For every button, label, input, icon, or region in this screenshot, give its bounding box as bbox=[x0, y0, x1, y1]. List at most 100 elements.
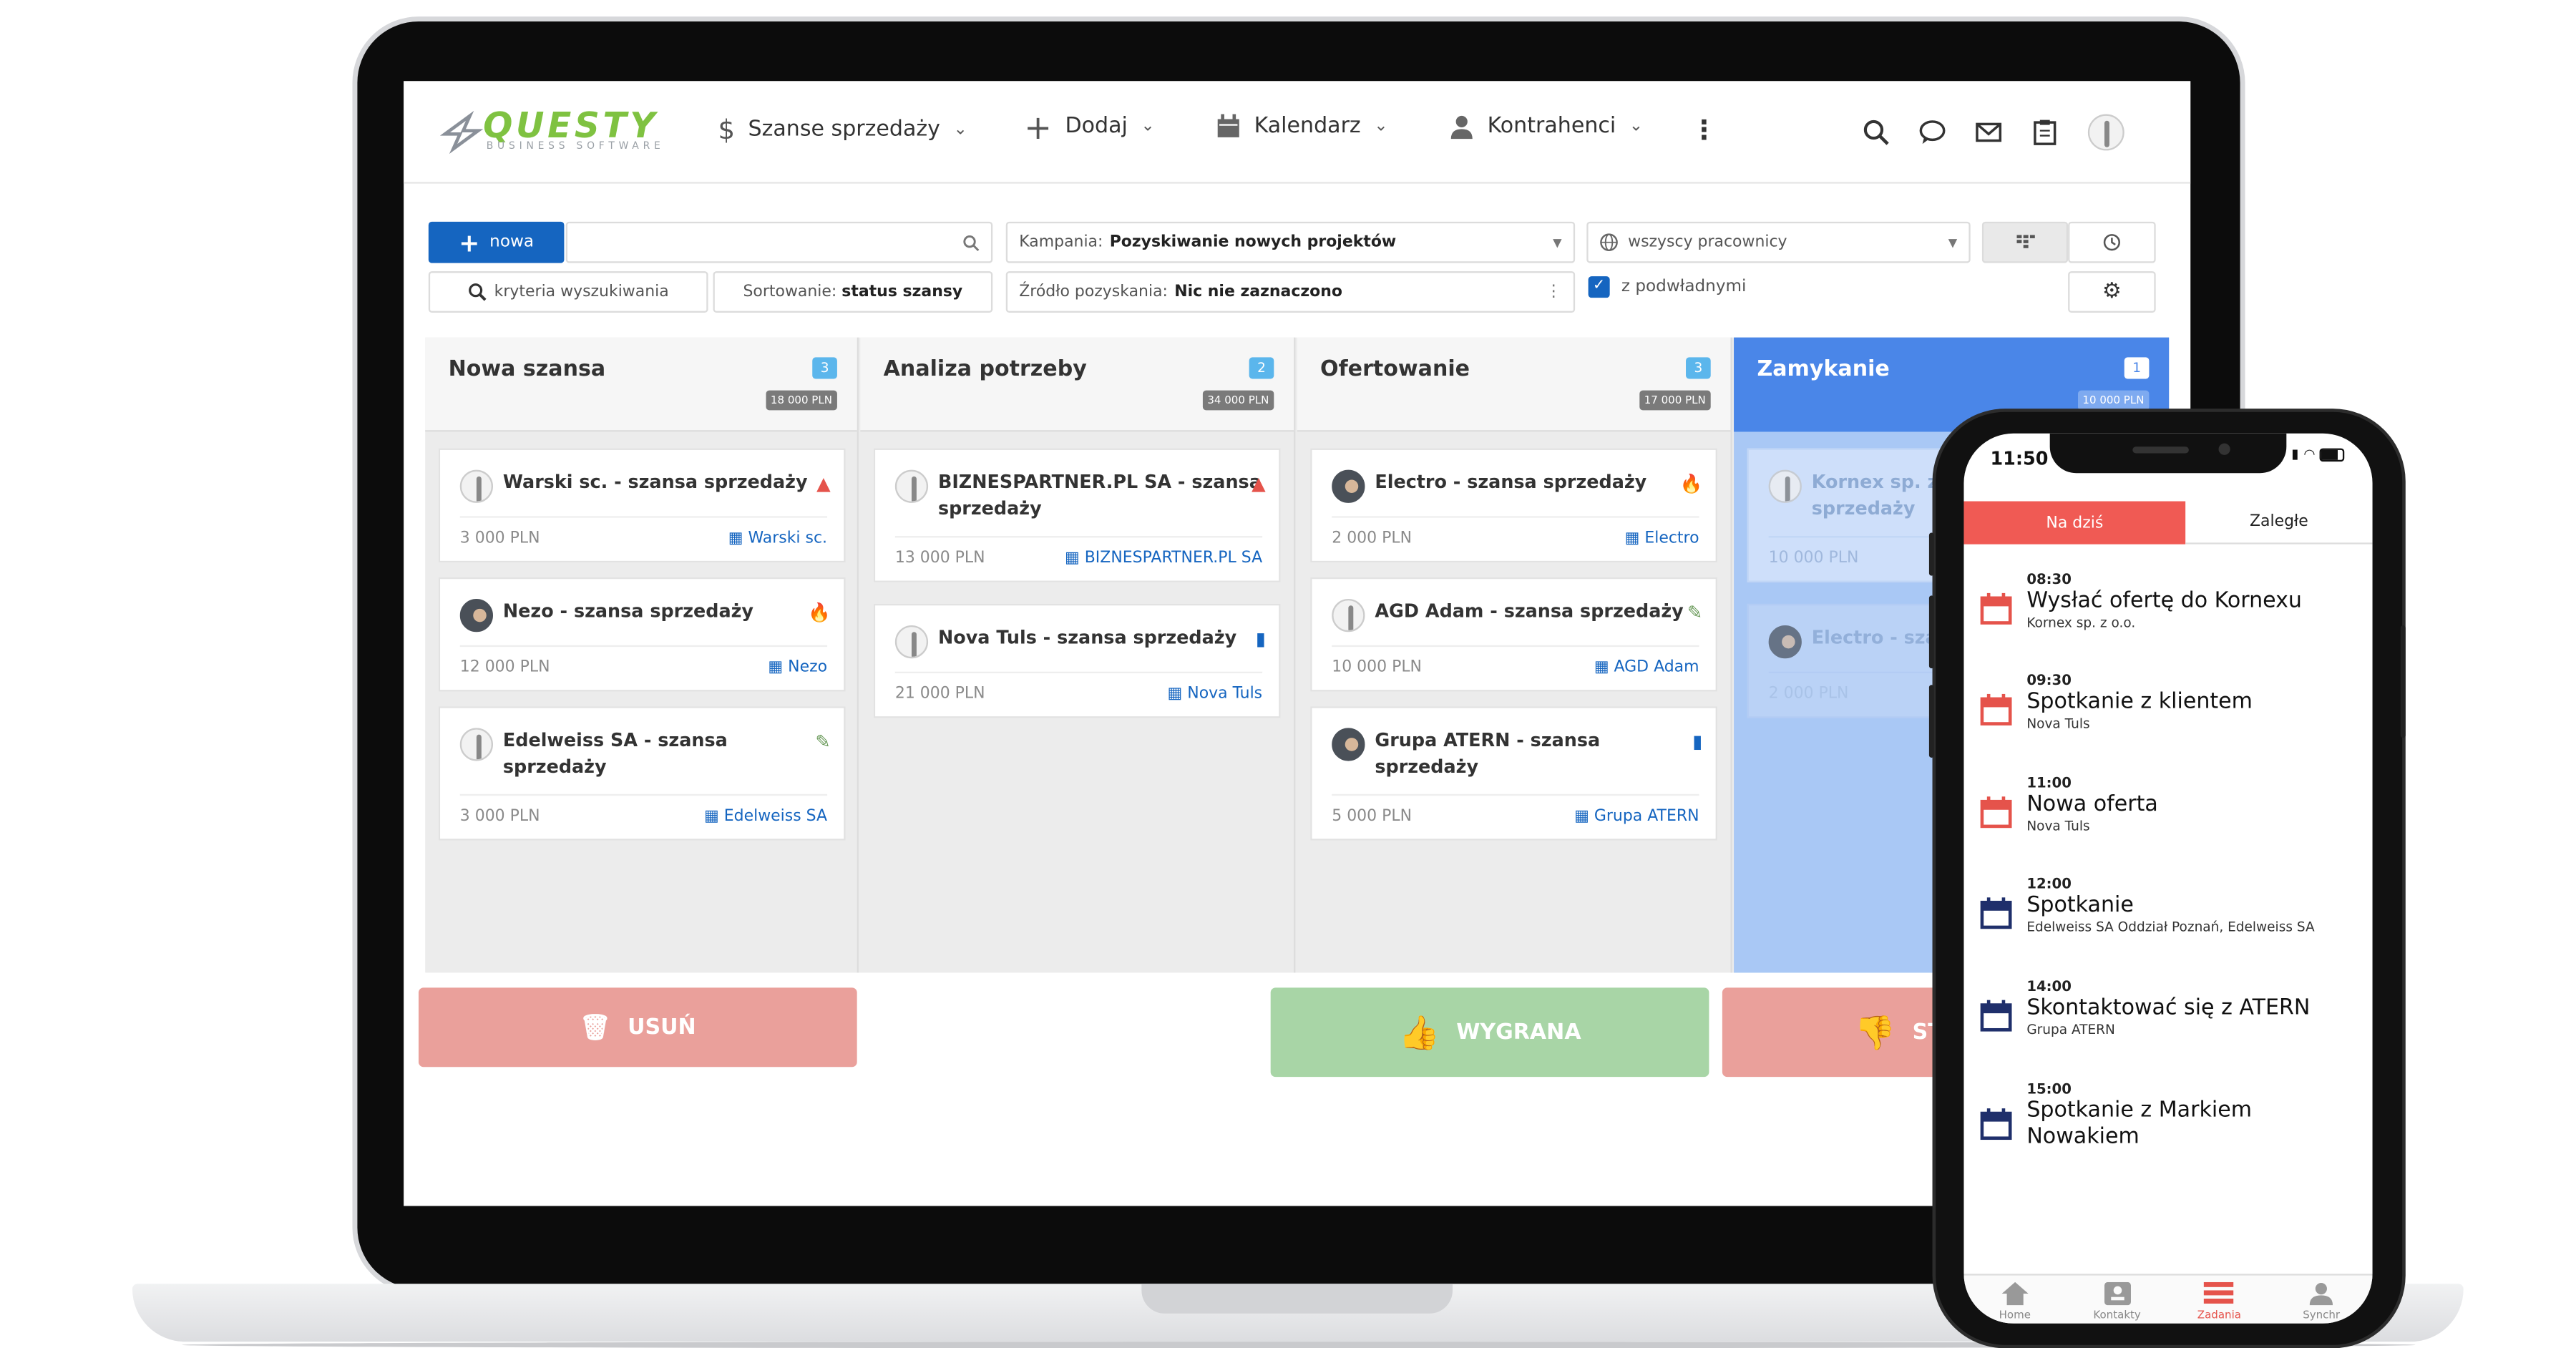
logo-icon bbox=[440, 110, 484, 155]
header-actions bbox=[1863, 114, 2124, 151]
tab-today[interactable]: Na dziś bbox=[1963, 501, 2186, 544]
campaign-select[interactable]: Kampania: Pozyskiwanie nowych projektów … bbox=[1005, 221, 1576, 263]
search-criteria-button[interactable]: kryteria wyszukiwania bbox=[428, 271, 708, 313]
timeline-view-button[interactable] bbox=[2068, 221, 2156, 263]
opportunity-card[interactable]: Electro - szansa sprzedaży 🔥 2 000 PLN ▦ E… bbox=[1310, 448, 1717, 563]
delete-button[interactable]: 🗑 USUŃ bbox=[418, 987, 857, 1068]
clipboard-icon[interactable] bbox=[2031, 119, 2058, 145]
more-menu-icon[interactable]: ⋮ bbox=[1691, 114, 1717, 146]
sort-label: Sortowanie: bbox=[743, 283, 837, 301]
search-input[interactable] bbox=[565, 221, 993, 263]
calendar-icon bbox=[1980, 592, 2012, 625]
company-name: Nezo bbox=[788, 658, 828, 677]
task-item[interactable]: 11:00 Nowa oferta Nova Tuls bbox=[1980, 776, 2369, 834]
trash-icon: 🗑 bbox=[579, 1012, 611, 1042]
nav-label: Kontrahenci bbox=[1487, 114, 1616, 140]
company-link[interactable]: ▦ Edelweiss SA bbox=[704, 807, 827, 825]
sort-select[interactable]: Sortowanie: status szansy bbox=[713, 271, 993, 313]
campaign-value: Pozyskiwanie nowych projektów bbox=[1109, 233, 1397, 252]
source-select[interactable]: Źródło pozyskania: Nic nie zaznaczono ⋮ bbox=[1005, 271, 1576, 313]
laptop-notch bbox=[1141, 1284, 1453, 1314]
building-icon: ▦ bbox=[1574, 807, 1589, 826]
calendar-icon bbox=[1980, 1000, 2012, 1032]
company-link[interactable]: ▦ Electro bbox=[1625, 529, 1699, 547]
chat-icon[interactable] bbox=[1919, 119, 1946, 145]
opportunity-card[interactable]: Grupa ATERN - szansa sprzedaży ▮ 5 000 P… bbox=[1310, 706, 1717, 841]
employees-value: wszyscy pracownicy bbox=[1628, 233, 1787, 252]
building-icon: ▦ bbox=[704, 807, 719, 826]
task-item[interactable]: 08:30 Wysłać ofertę do Kornexu Kornex sp. … bbox=[1980, 572, 2369, 630]
tab-overdue[interactable]: Zaległe bbox=[2185, 501, 2373, 544]
nav-sales-opportunities[interactable]: $ Szanse sprzedaży ⌄ bbox=[718, 114, 967, 146]
company-link[interactable]: ▦ Nova Tuls bbox=[1168, 685, 1263, 703]
company-link[interactable]: ▦ BIZNESPARTNER.PL SA bbox=[1065, 550, 1262, 567]
app-screen: QUESTY BUSINESS SOFTWARE $ Szanse sprzed… bbox=[404, 81, 2191, 1206]
employees-select[interactable]: wszyscy pracownicy ▼ bbox=[1586, 221, 1971, 263]
nav-home[interactable]: Home bbox=[1963, 1276, 2066, 1324]
card-title: AGD Adam - szansa sprzedaży bbox=[1375, 600, 1684, 622]
nav-label: Kalendarz bbox=[1254, 114, 1361, 140]
user-avatar[interactable] bbox=[2087, 114, 2124, 151]
task-item[interactable]: 14:00 Skontaktować się z ATERN Grupa ATERN bbox=[1980, 980, 2369, 1037]
opportunity-card[interactable]: BIZNESPARTNER.PL SA - szansa sprzedaży ▲… bbox=[873, 448, 1281, 582]
calendar-icon bbox=[1980, 1108, 2012, 1141]
nav-calendar[interactable]: Kalendarz ⌄ bbox=[1216, 114, 1388, 140]
card-amount: 10 000 PLN bbox=[1332, 658, 1422, 677]
opportunity-card[interactable]: Nova Tuls - szansa sprzedaży ▮ 21 000 PL… bbox=[873, 603, 1281, 718]
column-sum-badge: 10 000 PLN bbox=[2077, 390, 2150, 411]
card-title: Grupa ATERN - szansa sprzedaży bbox=[1375, 729, 1601, 778]
kanban-view-button[interactable] bbox=[1981, 221, 2069, 263]
task-item[interactable]: 15:00 Spotkanie z Markiem Nowakiem bbox=[1980, 1082, 2369, 1151]
questy-logo[interactable]: QUESTY BUSINESS SOFTWARE bbox=[440, 108, 665, 155]
company-name: Grupa ATERN bbox=[1594, 807, 1699, 826]
search-icon[interactable] bbox=[1863, 119, 1889, 145]
avatar bbox=[459, 469, 494, 503]
nav-tasks[interactable]: Zadania bbox=[2168, 1276, 2270, 1324]
company-name: AGD Adam bbox=[1614, 658, 1699, 677]
settings-button[interactable]: ⚙ bbox=[2068, 271, 2156, 313]
task-title: Nowa oferta bbox=[2026, 792, 2158, 818]
opportunity-card[interactable]: AGD Adam - szansa sprzedaży ✎ 10 000 PLN… bbox=[1310, 577, 1717, 692]
company-link[interactable]: ▦ Grupa ATERN bbox=[1574, 807, 1699, 825]
card-amount: 13 000 PLN bbox=[894, 549, 985, 568]
task-item[interactable]: 09:30 Spotkanie z klientem Nova Tuls bbox=[1980, 673, 2369, 731]
avatar bbox=[894, 625, 929, 659]
campaign-label: Kampania: bbox=[1019, 233, 1103, 252]
task-item[interactable]: 12:00 Spotkanie Edelweiss SA Oddział Pozna… bbox=[1980, 876, 2369, 934]
calendar-icon bbox=[1980, 796, 2012, 829]
nav-sync[interactable]: Synchr bbox=[2270, 1276, 2373, 1324]
company-link[interactable]: ▦ Warski sc. bbox=[728, 529, 827, 547]
company-link[interactable]: ▦ AGD Adam bbox=[1594, 658, 1699, 676]
caret-down-icon: ▼ bbox=[1553, 235, 1562, 249]
nav-contractors[interactable]: Kontrahenci ⌄ bbox=[1449, 114, 1643, 140]
task-title: Wysłać ofertę do Kornexu bbox=[2026, 589, 2302, 614]
status-time: 11:50 bbox=[1990, 448, 2049, 470]
logo-subtitle: BUSINESS SOFTWARE bbox=[486, 140, 665, 152]
task-title: Spotkanie bbox=[2026, 893, 2134, 919]
new-opportunity-button[interactable]: + nowa bbox=[428, 221, 565, 263]
opportunity-card[interactable]: Edelweiss SA - szansa sprzedaży ✎ 3 000 … bbox=[438, 706, 846, 841]
building-icon: ▦ bbox=[1594, 658, 1609, 677]
company-name: Edelweiss SA bbox=[723, 807, 828, 826]
company-link[interactable]: ▦ Nezo bbox=[768, 658, 827, 676]
card-amount: 2 000 PLN bbox=[1768, 685, 1849, 703]
avatar bbox=[894, 469, 929, 503]
column-needs-analysis: Analiza potrzeby 2 34 000 PLN BIZNESPART… bbox=[860, 337, 1296, 973]
company-name: Nova Tuls bbox=[1187, 685, 1263, 703]
thumbs-down-icon: 👎 bbox=[1854, 1012, 1896, 1052]
nav-label: Kontakty bbox=[2093, 1308, 2141, 1322]
delete-label: USUŃ bbox=[628, 1015, 696, 1040]
nav-contacts[interactable]: Kontakty bbox=[2066, 1276, 2168, 1324]
card-amount: 12 000 PLN bbox=[459, 658, 550, 677]
won-button[interactable]: 👍 WYGRANA bbox=[1270, 987, 1709, 1078]
mail-icon[interactable] bbox=[1976, 119, 2002, 145]
nav-add[interactable]: + Dodaj ⌄ bbox=[1024, 110, 1155, 143]
opportunity-card[interactable]: Warski sc. - szansa sprzedaży ▲ 3 000 PL… bbox=[438, 448, 846, 563]
column-new-opportunity: Nowa szansa 3 18 000 PLN Warski sc. - sz… bbox=[425, 337, 859, 973]
subordinates-checkbox[interactable]: ✓ z podwładnymi bbox=[1588, 276, 1746, 298]
phone-bottom-nav: Home Kontakty Zadania Synchr bbox=[1963, 1274, 2373, 1324]
wifi-icon: ◠ bbox=[2303, 446, 2316, 462]
caret-down-icon: ▼ bbox=[1948, 235, 1958, 249]
opportunity-card[interactable]: Nezo - szansa sprzedaży 🔥 12 000 PLN ▦ Nez… bbox=[438, 577, 846, 692]
phone-notch bbox=[2049, 433, 2287, 474]
